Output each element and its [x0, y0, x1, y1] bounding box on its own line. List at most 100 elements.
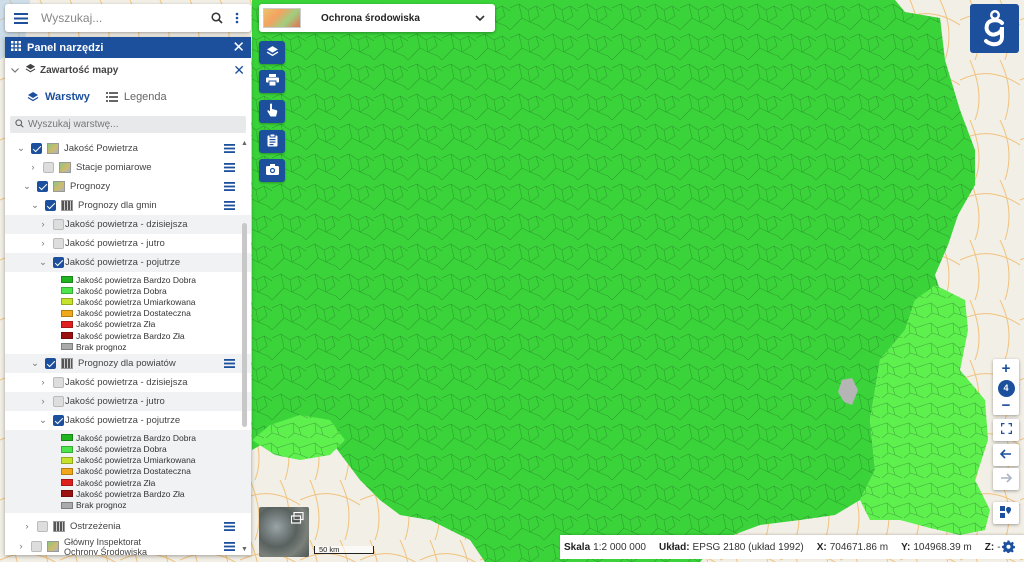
chevron-right-icon[interactable]: ›	[37, 238, 49, 249]
layer-group-forecasts-counties[interactable]: ⌄ Prognozy dla powiatów	[5, 354, 251, 374]
chevron-down-icon[interactable]: ⌄	[29, 200, 41, 211]
forward-extent-button[interactable]	[993, 468, 1019, 490]
layer-thumbnail-icon	[47, 143, 59, 154]
z-value: -	[997, 541, 1001, 553]
pan-tool-button[interactable]	[259, 100, 285, 123]
layers-stack-icon	[25, 63, 36, 77]
legend-swatch	[61, 287, 73, 295]
menu-icon[interactable]	[5, 12, 37, 24]
hamburger-menu-icon[interactable]	[221, 542, 237, 552]
chevron-right-icon[interactable]: ›	[15, 541, 27, 552]
checkbox[interactable]	[31, 143, 42, 154]
checkbox[interactable]	[37, 181, 48, 192]
hamburger-menu-icon[interactable]	[221, 201, 237, 210]
chevron-down-icon[interactable]: ⌄	[21, 181, 33, 192]
layer-search-field[interactable]	[10, 116, 246, 133]
chevron-right-icon[interactable]: ›	[21, 521, 33, 532]
search-icon[interactable]	[207, 4, 227, 32]
search-bar	[5, 4, 251, 32]
panel-header: Panel narzędzi ✕	[5, 37, 251, 58]
hamburger-menu-icon[interactable]	[221, 182, 237, 191]
layer-gmin-day-after[interactable]: ⌄ Jakość powietrza - pojutrze	[5, 253, 251, 272]
chevron-down-icon[interactable]: ⌄	[37, 257, 49, 268]
layer-gmin-today[interactable]: › Jakość powietrza - dzisiejsza	[5, 215, 251, 234]
layer-group-forecasts[interactable]: ⌄ Prognozy	[5, 177, 251, 196]
switch-basemap-icon[interactable]	[290, 511, 304, 527]
layer-pow-day-after[interactable]: ⌄ Jakość powietrza - pojutrze	[5, 411, 251, 430]
legend-label: Jakość powietrza Zła	[76, 477, 156, 488]
scroll-up-icon[interactable]: ▲	[241, 140, 248, 147]
layer-group-warnings[interactable]: › Ostrzeżenia	[5, 517, 251, 536]
layer-thumbnail-icon	[53, 520, 65, 532]
checkbox[interactable]	[53, 219, 64, 230]
scrollbar-thumb[interactable]	[242, 223, 247, 427]
back-extent-button[interactable]	[993, 444, 1019, 466]
legend-label: Brak prognoz	[76, 341, 127, 352]
layer-pow-tomorrow[interactable]: › Jakość powietrza - jutro	[5, 392, 251, 412]
checkbox[interactable]	[53, 396, 64, 408]
map-content-section[interactable]: Zawartość mapy ✕	[5, 58, 251, 82]
layer-group-air-quality[interactable]: ⌄ Jakość Powietrza	[5, 139, 251, 158]
hamburger-menu-icon[interactable]	[221, 521, 237, 531]
map-tool-button[interactable]	[993, 502, 1019, 524]
layer-pow-today[interactable]: › Jakość powietrza - dzisiejsza	[5, 373, 251, 392]
hamburger-menu-icon[interactable]	[221, 144, 237, 153]
layer-tree: ⌄ Jakość Powietrza › Stacje pomiarowe ⌄ …	[5, 139, 251, 555]
more-options-icon[interactable]	[227, 4, 247, 32]
checkbox[interactable]	[45, 200, 56, 211]
chevron-down-icon[interactable]: ⌄	[15, 143, 27, 154]
crs-readout[interactable]: Układ: EPSG 2180 (układ 1992)	[659, 542, 804, 553]
layer-tree-scrollbar[interactable]: ▲ ▼	[241, 140, 248, 553]
geoportal-logo[interactable]	[970, 4, 1019, 53]
scroll-down-icon[interactable]: ▼	[241, 546, 248, 553]
print-button[interactable]	[259, 70, 285, 93]
legend-item: Jakość powietrza Bardzo Dobra	[61, 432, 251, 443]
legend-swatch	[61, 309, 73, 317]
checkbox[interactable]	[53, 238, 64, 249]
checkbox[interactable]	[53, 257, 64, 268]
tab-legend[interactable]: Legenda	[105, 91, 167, 103]
screenshot-button[interactable]	[259, 159, 285, 182]
close-panel-icon[interactable]: ✕	[232, 40, 245, 55]
chevron-right-icon[interactable]: ›	[27, 162, 39, 173]
layer-search-input[interactable]	[28, 119, 228, 130]
theme-selector[interactable]: Ochrona środowiska	[259, 4, 495, 32]
checkbox[interactable]	[37, 520, 48, 532]
hamburger-menu-icon[interactable]	[221, 163, 237, 172]
layer-gmin-tomorrow[interactable]: › Jakość powietrza - jutro	[5, 234, 251, 253]
chevron-right-icon[interactable]: ›	[37, 396, 49, 407]
checkbox[interactable]	[31, 541, 42, 553]
legend-label: Brak prognoz	[76, 500, 127, 511]
search-input[interactable]	[37, 11, 207, 25]
layer-thumbnail-icon	[61, 358, 73, 370]
chevron-down-icon[interactable]	[475, 12, 485, 24]
layers-button[interactable]	[259, 41, 285, 64]
layer-group-forecasts-municipalities[interactable]: ⌄ Prognozy dla gmin	[5, 196, 251, 215]
checkbox[interactable]	[53, 377, 64, 389]
legend-swatch	[61, 456, 73, 464]
layer-label: Prognozy	[70, 181, 111, 192]
overview-minimap[interactable]	[259, 507, 309, 557]
hamburger-menu-icon[interactable]	[221, 359, 237, 369]
legend-label: Jakość powietrza Bardzo Dobra	[76, 274, 197, 285]
tab-layers[interactable]: Warstwy	[27, 91, 90, 103]
chevron-right-icon[interactable]: ›	[37, 219, 49, 230]
tab-legend-label: Legenda	[123, 91, 167, 103]
checkbox[interactable]	[45, 358, 56, 370]
gear-icon[interactable]	[1002, 540, 1015, 556]
clipboard-button[interactable]	[259, 130, 285, 153]
chevron-down-icon[interactable]	[11, 65, 19, 76]
chevron-down-icon[interactable]: ⌄	[29, 358, 41, 369]
layer-group-gios[interactable]: › Główny Inspektorat Ochrony Środowiska	[5, 536, 251, 555]
close-section-icon[interactable]: ✕	[233, 62, 245, 79]
checkbox[interactable]	[43, 162, 54, 173]
layer-stations[interactable]: › Stacje pomiarowe	[5, 158, 251, 177]
chevron-right-icon[interactable]: ›	[37, 377, 49, 388]
checkbox[interactable]	[53, 415, 64, 427]
fullscreen-button[interactable]	[993, 419, 1019, 441]
map-pin-icon	[1000, 505, 1012, 521]
zoom-in-button[interactable]: +	[1002, 361, 1011, 376]
scale-value: 1:2 000 000	[593, 541, 646, 553]
zoom-out-button[interactable]: −	[1002, 398, 1011, 413]
chevron-down-icon[interactable]: ⌄	[37, 415, 49, 426]
